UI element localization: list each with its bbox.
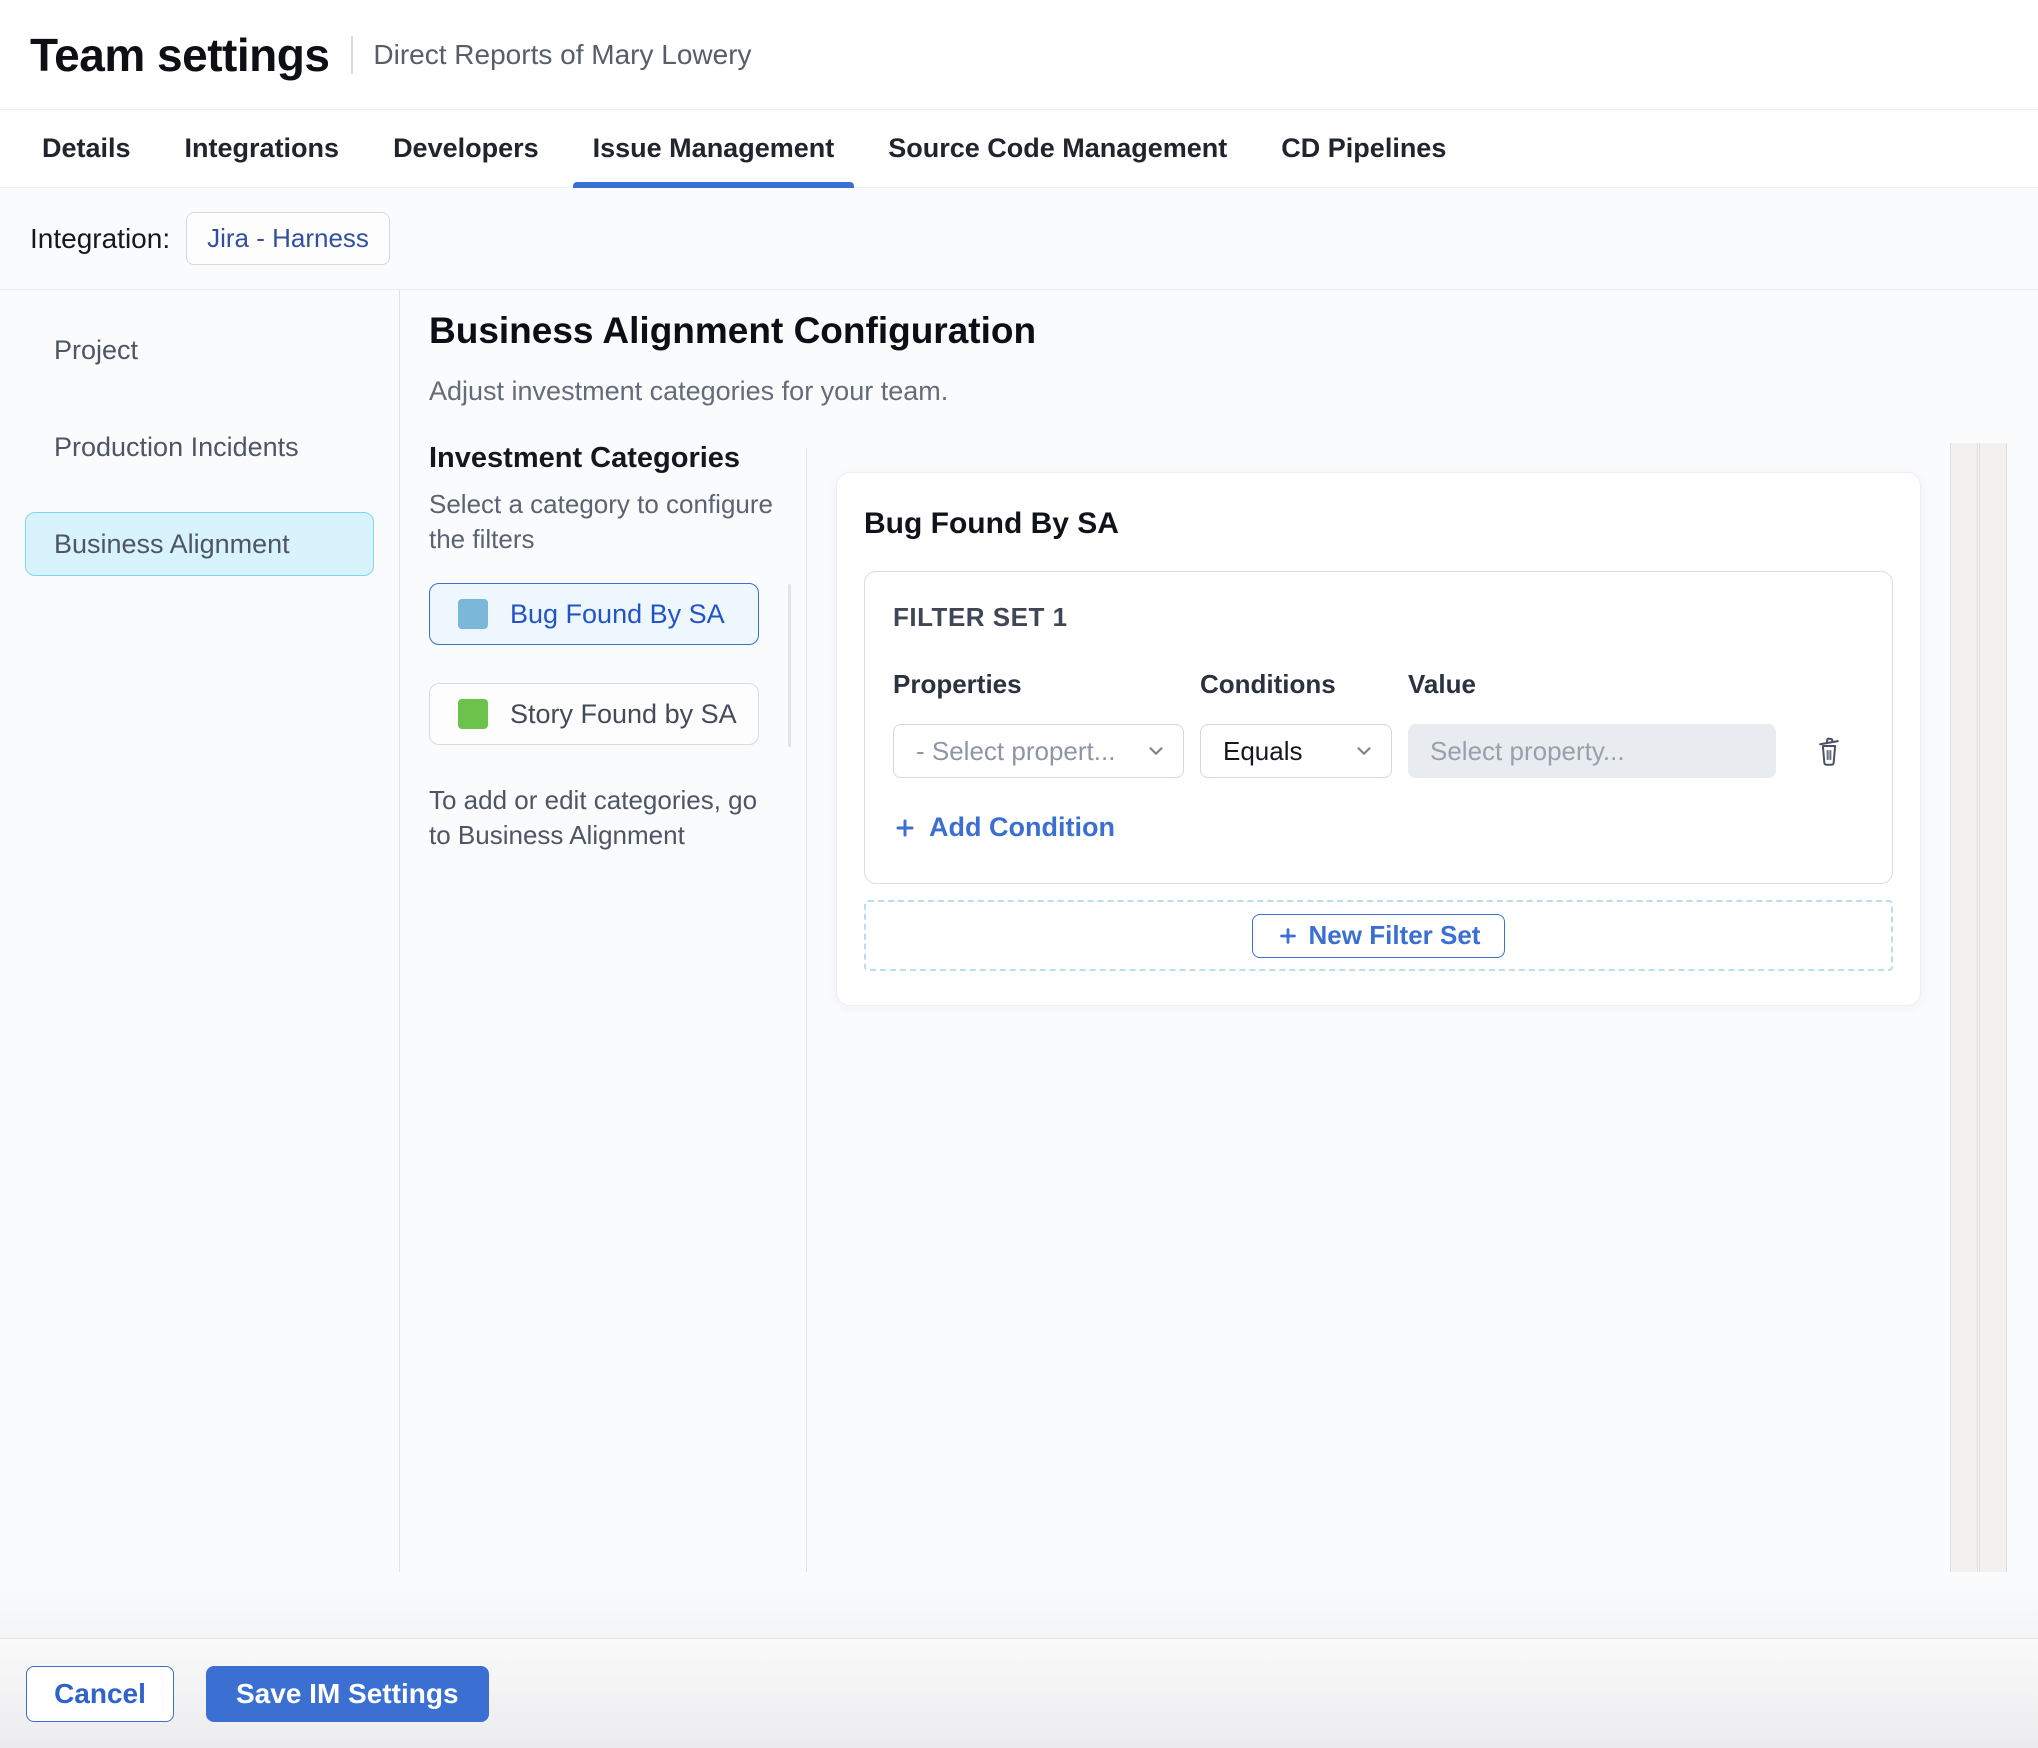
filter-set-title: FILTER SET 1 [893, 602, 1068, 632]
add-condition-label: Add Condition [929, 812, 1115, 842]
properties-column-label: Properties [893, 669, 1022, 699]
category-item-label: Bug Found By SA [510, 598, 725, 629]
page-subtitle: Direct Reports of Mary Lowery [373, 38, 752, 70]
column-divider [806, 448, 807, 1572]
filter-set-box: FILTER SET 1 Properties Conditions Value… [864, 571, 1893, 884]
chevron-down-icon [1145, 740, 1167, 762]
property-select[interactable]: - Select propert... [893, 724, 1184, 778]
category-item-story-found-by-sa[interactable]: Story Found by SA [429, 683, 759, 745]
tab-source-code-management[interactable]: Source Code Management [884, 110, 1231, 187]
value-column-label: Value [1408, 669, 1476, 699]
condition-row: - Select propert... Equals [893, 724, 1864, 778]
integration-label: Integration: [30, 222, 171, 254]
investment-categories-column: Investment Categories Select a category … [429, 442, 791, 853]
body-region: Project Production Incidents Business Al… [0, 290, 2038, 1572]
new-filter-set-dropzone: New Filter Set [864, 900, 1893, 971]
config-panel-title: Bug Found By SA [864, 507, 1119, 540]
add-condition-button[interactable]: Add Condition [893, 812, 1115, 843]
value-input[interactable] [1408, 724, 1776, 778]
tab-issue-management[interactable]: Issue Management [572, 110, 854, 188]
page-title: Team settings [30, 28, 330, 81]
category-list-scrollbar[interactable] [788, 584, 791, 747]
section-title: Business Alignment Configuration [429, 310, 1037, 351]
category-item-label: Story Found by SA [510, 698, 737, 729]
tab-details[interactable]: Details [38, 110, 135, 187]
sidebar-item-business-alignment[interactable]: Business Alignment [25, 512, 374, 576]
new-filter-set-label: New Filter Set [1308, 920, 1481, 950]
cancel-button[interactable]: Cancel [26, 1665, 174, 1722]
title-separator [351, 35, 354, 74]
condition-select-value: Equals [1223, 735, 1303, 766]
settings-sidebar: Project Production Incidents Business Al… [0, 290, 400, 1572]
category-color-swatch-blue [458, 599, 488, 629]
category-item-bug-found-by-sa[interactable]: Bug Found By SA [429, 583, 759, 645]
investment-categories-title: Investment Categories [429, 442, 741, 474]
vertical-scrollbar-inner[interactable] [1979, 443, 2007, 1572]
vertical-scrollbar-outer[interactable] [1950, 443, 1978, 1572]
conditions-column-label: Conditions [1200, 669, 1336, 699]
integration-chip[interactable]: Jira - Harness [186, 212, 390, 265]
sidebar-item-production-incidents[interactable]: Production Incidents [25, 415, 374, 479]
chevron-down-icon [1353, 740, 1375, 762]
integration-row: Integration: Jira - Harness [0, 188, 2038, 290]
sidebar-item-project[interactable]: Project [25, 318, 374, 382]
tab-bar: Details Integrations Developers Issue Ma… [0, 109, 2038, 188]
footer-bar: Cancel Save IM Settings [0, 1638, 2038, 1748]
condition-select[interactable]: Equals [1200, 724, 1392, 778]
team-settings-screen: Team settings Direct Reports of Mary Low… [0, 0, 2038, 1748]
categories-note: To add or edit categories, go to Busines… [429, 785, 758, 850]
tab-developers[interactable]: Developers [389, 110, 543, 187]
main-content: Business Alignment Configuration Adjust … [400, 290, 2038, 1572]
category-config-panel: Bug Found By SA FILTER SET 1 Properties … [836, 472, 1921, 1006]
property-select-placeholder: - Select propert... [916, 735, 1116, 766]
pre-footer-gradient [0, 1572, 2038, 1638]
tab-cd-pipelines[interactable]: CD Pipelines [1277, 110, 1450, 187]
category-color-swatch-green [458, 699, 488, 729]
page-header: Team settings Direct Reports of Mary Low… [0, 0, 2038, 109]
delete-condition-button[interactable] [1814, 735, 1844, 768]
new-filter-set-button[interactable]: New Filter Set [1251, 913, 1506, 958]
tab-integrations[interactable]: Integrations [181, 110, 344, 187]
save-im-settings-button[interactable]: Save IM Settings [206, 1665, 489, 1722]
trash-icon [1814, 735, 1844, 768]
plus-icon [893, 816, 917, 840]
investment-categories-description: Select a category to configure the filte… [429, 489, 773, 554]
plus-icon [1277, 925, 1299, 947]
category-list: Bug Found By SA Story Found by SA [429, 583, 759, 745]
filter-column-labels: Properties Conditions Value [893, 669, 1864, 700]
section-subtitle: Adjust investment categories for your te… [429, 376, 949, 406]
